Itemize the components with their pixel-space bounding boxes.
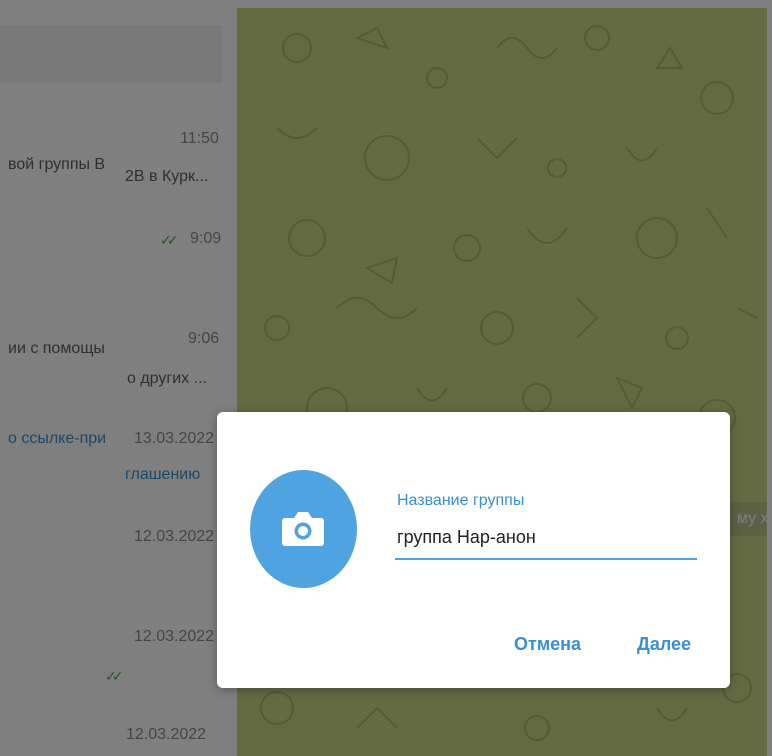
camera-icon — [282, 512, 324, 546]
group-name-label: Название группы — [397, 492, 525, 509]
set-group-photo-button[interactable] — [250, 470, 357, 588]
create-group-dialog: Название группы Отмена Далее — [217, 412, 730, 688]
cancel-button[interactable]: Отмена — [514, 634, 581, 655]
group-name-input[interactable] — [395, 520, 697, 560]
next-button[interactable]: Далее — [637, 634, 691, 655]
